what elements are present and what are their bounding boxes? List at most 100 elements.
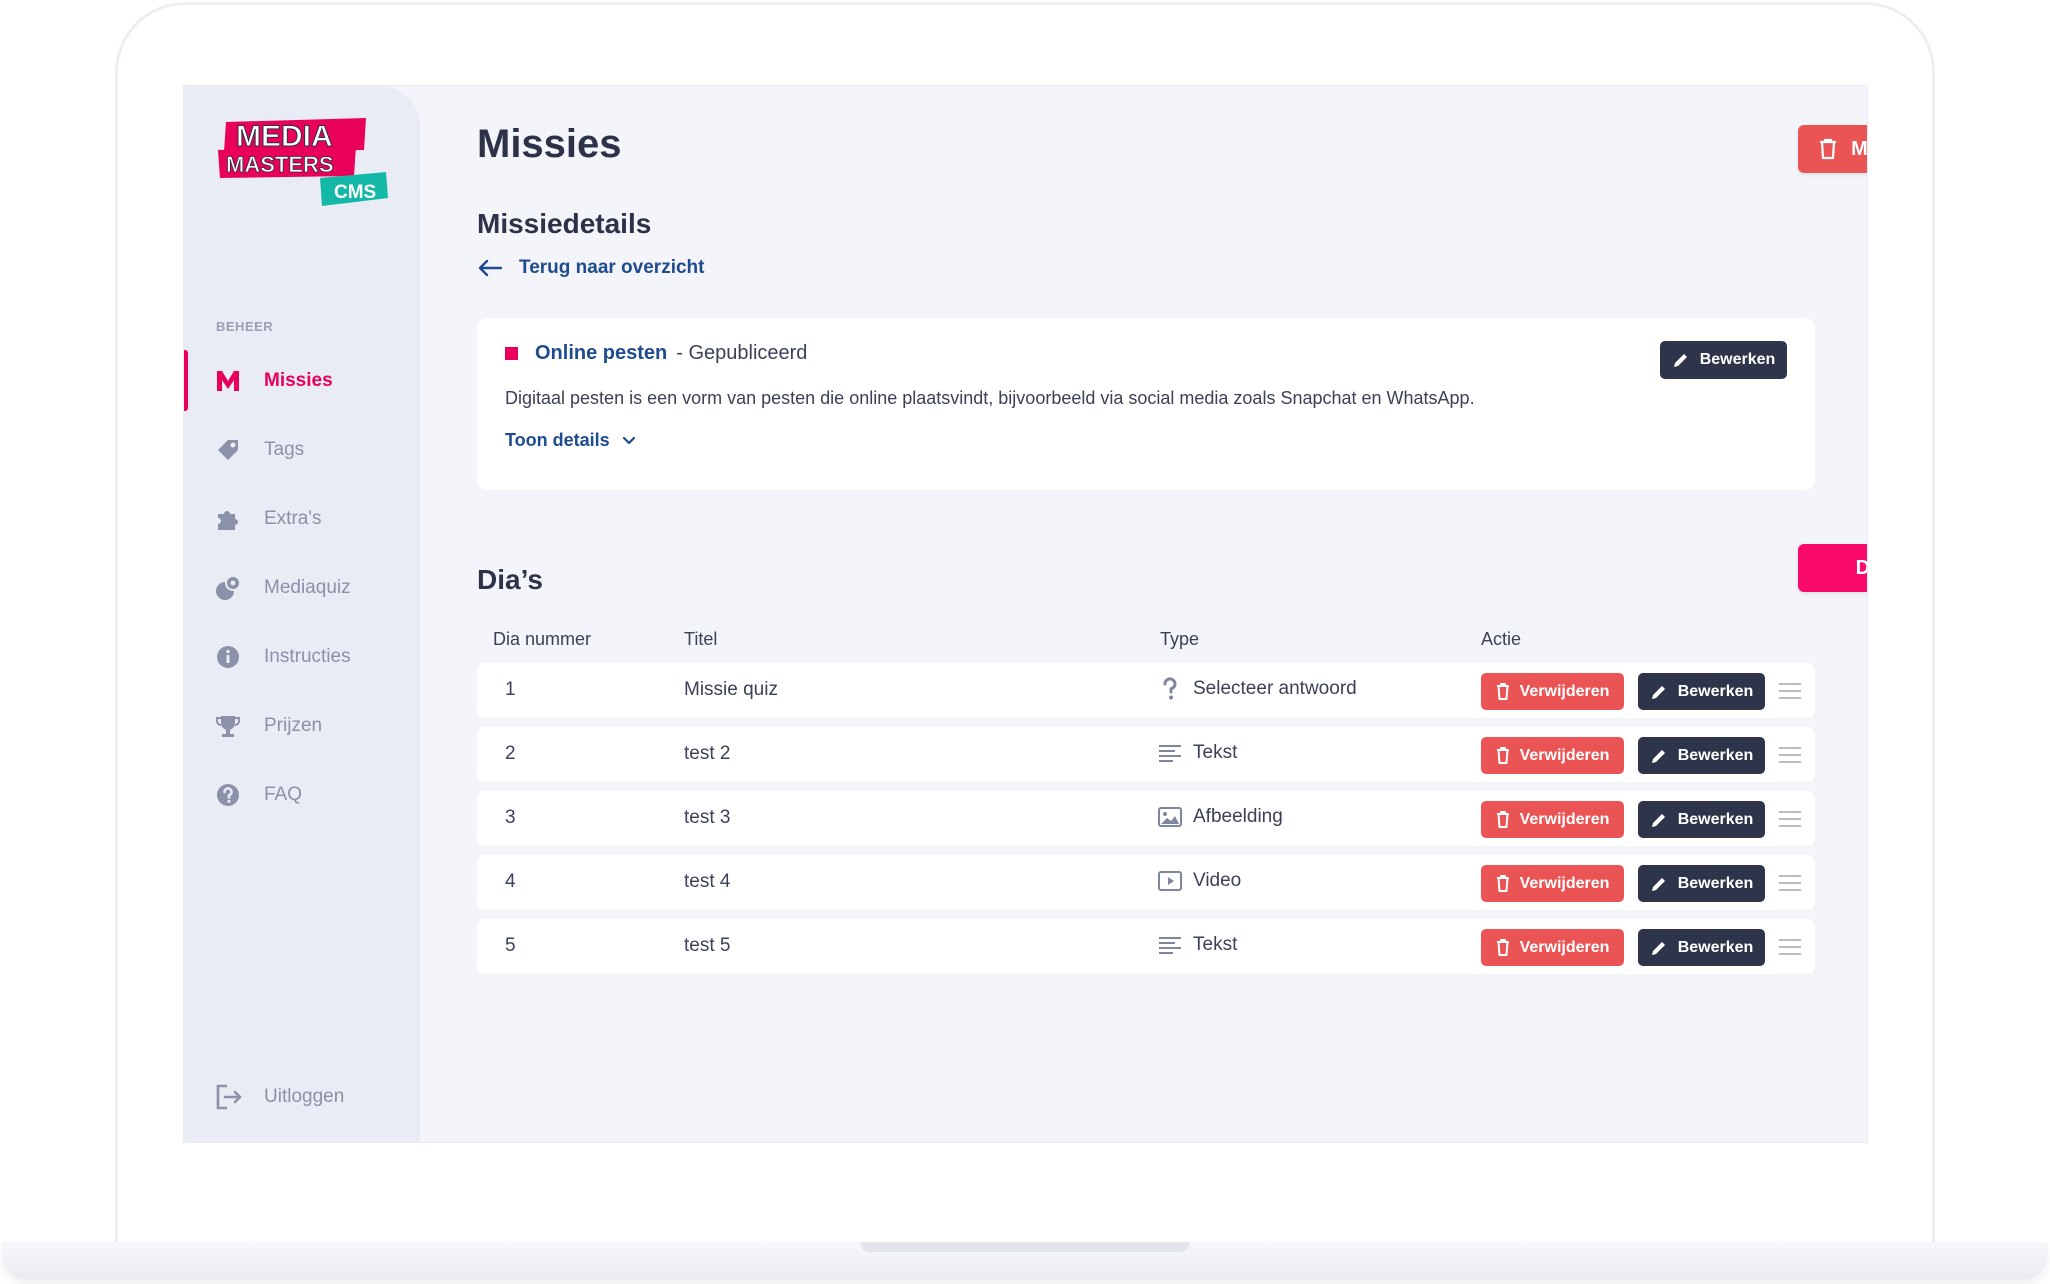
edit-slide-button[interactable]: Bewerken xyxy=(1638,673,1765,710)
sidebar-item-instructies[interactable]: Instructies xyxy=(184,622,420,691)
delete-slide-button[interactable]: Verwijderen xyxy=(1481,929,1624,966)
tag-icon xyxy=(214,436,242,464)
trash-icon xyxy=(1496,874,1509,892)
sidebar-item-label: Mediaquiz xyxy=(264,576,351,598)
delete-slide-button[interactable]: Verwijderen xyxy=(1481,865,1624,902)
show-details-label: Toon details xyxy=(505,430,610,450)
slide-type: Afbeelding xyxy=(1157,804,1283,830)
edit-slide-label: Bewerken xyxy=(1677,938,1754,956)
question-mark-icon xyxy=(1157,676,1183,702)
slide-title: test 4 xyxy=(684,871,731,892)
pencil-icon xyxy=(1651,813,1665,827)
delete-slide-label: Verwijderen xyxy=(1519,682,1610,700)
mission-name: Online pesten xyxy=(535,342,668,364)
pencil-icon xyxy=(1651,877,1665,891)
column-header-type: Type xyxy=(1160,629,1200,649)
trash-icon xyxy=(1496,810,1509,828)
edit-slide-label: Bewerken xyxy=(1677,810,1754,828)
mediamasters-logo[interactable]: MEDIA MASTERS CMS xyxy=(216,116,391,208)
delete-slide-label: Verwijderen xyxy=(1519,810,1610,828)
status-square xyxy=(505,347,518,360)
edit-slide-button[interactable]: Bewerken xyxy=(1638,929,1765,966)
slide-title: test 3 xyxy=(684,807,731,828)
drag-handle-icon[interactable] xyxy=(1777,681,1803,701)
edit-slide-button[interactable]: Bewerken xyxy=(1638,865,1765,902)
slide-type-label: Afbeelding xyxy=(1193,806,1283,827)
slide-type: Selecteer antwoord xyxy=(1157,676,1357,702)
table-row: 2 test 2 Tekst Verwijderen Bewerken xyxy=(477,727,1815,782)
m-icon xyxy=(214,367,242,395)
slide-type: Tekst xyxy=(1157,740,1237,766)
chevron-down-icon xyxy=(622,436,635,444)
nav-section-label: BEHEER xyxy=(216,319,274,334)
slide-number: 2 xyxy=(505,743,516,764)
add-slide-button[interactable]: Dia toevoegen xyxy=(1798,544,1867,592)
slide-number: 1 xyxy=(505,679,516,700)
delete-slide-button[interactable]: Verwijderen xyxy=(1481,737,1624,774)
slide-type-label: Tekst xyxy=(1193,742,1238,763)
sidebar-item-label: Tags xyxy=(264,438,305,460)
trash-icon xyxy=(1820,138,1837,160)
main-content: Missies Missie verwijderen Missiedetails… xyxy=(420,86,1867,1142)
trash-icon xyxy=(1496,746,1509,764)
logout-label: Uitloggen xyxy=(264,1086,345,1107)
arrow-left-icon xyxy=(478,259,503,277)
sidebar-item-tags[interactable]: Tags xyxy=(184,415,420,484)
slides-table: 1 Missie quiz Selecteer antwoord Verwijdere… xyxy=(477,663,1815,983)
back-to-overview-link[interactable]: Terug naar overzicht xyxy=(477,257,704,279)
slides-title: Dia’s xyxy=(477,564,543,595)
delete-slide-button[interactable]: Verwijderen xyxy=(1481,673,1624,710)
drag-handle-icon[interactable] xyxy=(1777,873,1803,893)
page-title: Missies xyxy=(477,122,622,166)
text-lines-icon xyxy=(1157,932,1183,958)
delete-mission-button[interactable]: Missie verwijderen xyxy=(1798,125,1867,173)
delete-slide-label: Verwijderen xyxy=(1519,746,1610,764)
show-details-toggle[interactable]: Toon details xyxy=(505,430,636,451)
laptop-notch xyxy=(860,1242,1190,1252)
image-icon xyxy=(1157,804,1183,830)
delete-slide-label: Verwijderen xyxy=(1519,874,1610,892)
svg-text:MEDIA: MEDIA xyxy=(236,120,333,153)
sidebar-item-label: Missies xyxy=(264,369,333,391)
slide-number: 4 xyxy=(505,871,516,892)
edit-slide-button[interactable]: Bewerken xyxy=(1638,801,1765,838)
table-row: 3 test 3 Afbeelding Verwijderen Bewerken xyxy=(477,791,1815,846)
table-row: 5 test 5 Tekst Verwijderen Bewerken xyxy=(477,919,1815,974)
mission-card: Online pesten - Gepubliceerd Digitaal pe… xyxy=(477,318,1815,490)
sidebar-item-label: Extra's xyxy=(264,507,322,529)
pencil-icon xyxy=(1673,354,1687,367)
mission-status: - Gepubliceerd xyxy=(676,342,808,364)
table-row: 4 test 4 Video Verwijderen Bewerken xyxy=(477,855,1815,910)
logout-button[interactable]: Uitloggen xyxy=(214,1082,344,1112)
trash-icon xyxy=(1496,682,1509,700)
video-icon xyxy=(1157,868,1183,894)
edit-slide-button[interactable]: Bewerken xyxy=(1638,737,1765,774)
edit-mission-button[interactable]: Bewerken xyxy=(1660,341,1787,379)
sidebar-item-extras[interactable]: Extra's xyxy=(184,484,420,553)
trophy-icon xyxy=(214,712,242,740)
back-link-label: Terug naar overzicht xyxy=(519,257,705,278)
edit-mission-label: Bewerken xyxy=(1699,351,1776,368)
slide-number: 5 xyxy=(505,935,516,956)
drag-handle-icon[interactable] xyxy=(1777,745,1803,765)
sidebar-item-prijzen[interactable]: Prijzen xyxy=(184,691,420,760)
slide-type-label: Video xyxy=(1193,870,1242,891)
edit-slide-label: Bewerken xyxy=(1677,746,1754,764)
mission-description: Digitaal pesten is een vorm van pesten d… xyxy=(505,388,1475,408)
slide-type-label: Selecteer antwoord xyxy=(1193,678,1357,699)
logout-icon xyxy=(214,1082,244,1112)
sidebar: MEDIA MASTERS CMS BEHEER Missies Tags Ex… xyxy=(184,86,420,1142)
question-icon xyxy=(214,781,242,809)
drag-handle-icon[interactable] xyxy=(1777,809,1803,829)
drag-handle-icon[interactable] xyxy=(1777,937,1803,957)
delete-slide-button[interactable]: Verwijderen xyxy=(1481,801,1624,838)
column-header-number: Dia nummer xyxy=(493,629,592,649)
sidebar-item-missies[interactable]: Missies xyxy=(184,346,420,415)
mediaquiz-icon xyxy=(214,574,242,602)
table-row: 1 Missie quiz Selecteer antwoord Verwijdere… xyxy=(477,663,1815,718)
edit-slide-label: Bewerken xyxy=(1677,682,1754,700)
sidebar-item-label: Prijzen xyxy=(264,714,323,736)
sidebar-item-mediaquiz[interactable]: Mediaquiz xyxy=(184,553,420,622)
sidebar-item-faq[interactable]: FAQ xyxy=(184,760,420,829)
svg-text:CMS: CMS xyxy=(334,182,376,203)
